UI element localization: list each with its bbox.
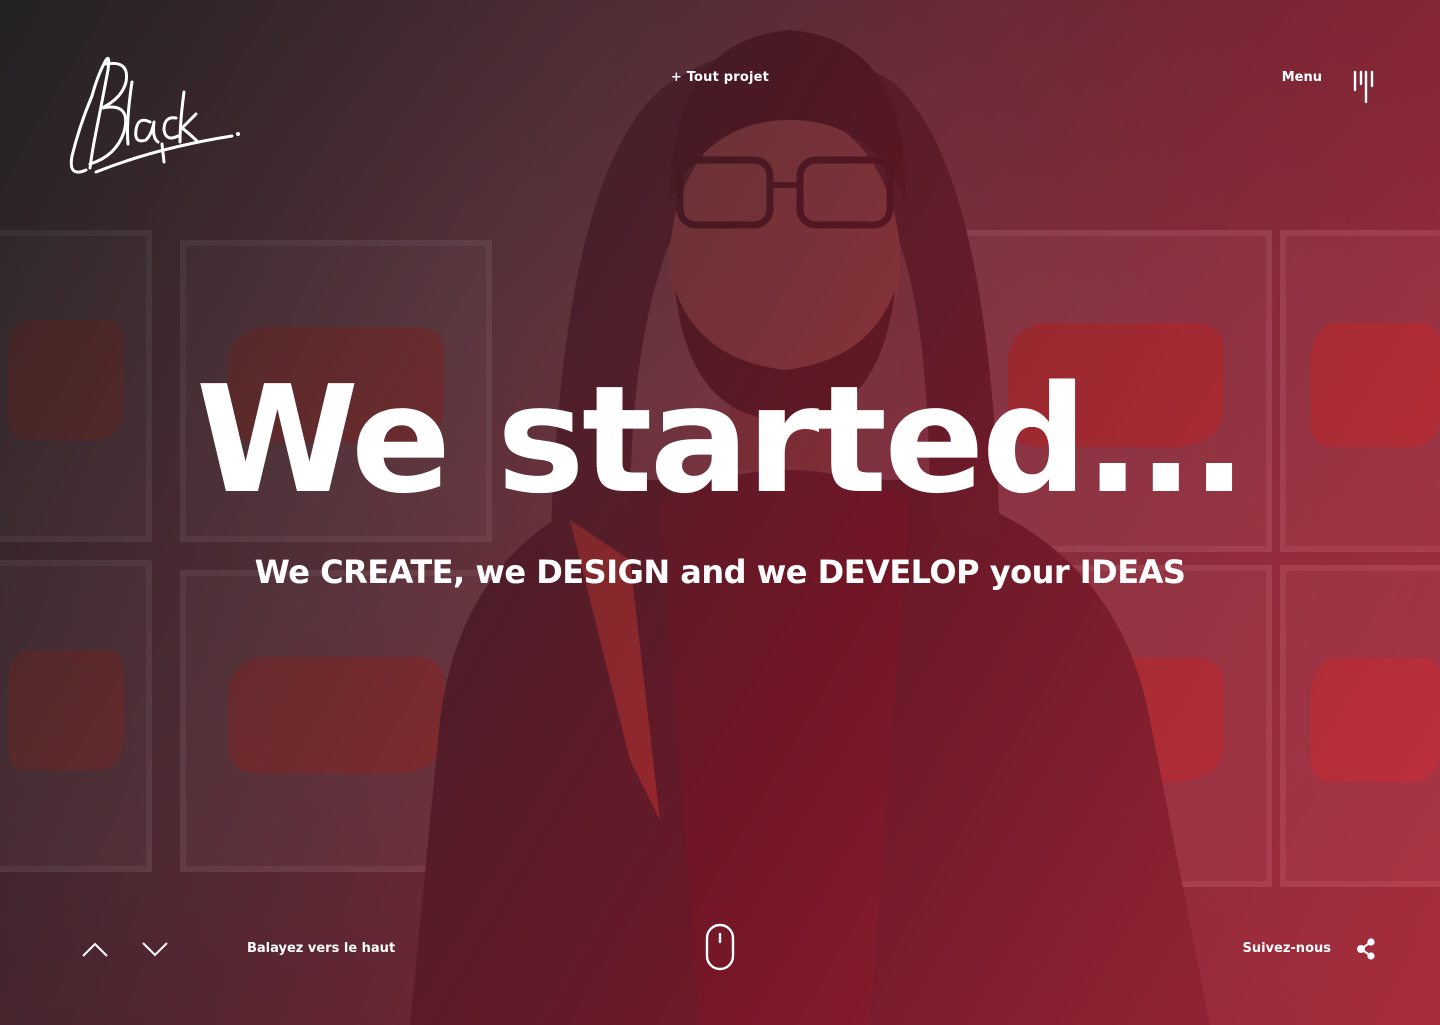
menu-label[interactable]: Menu	[1282, 70, 1322, 85]
hero-section: + Tout projet Menu We started... We CREA…	[0, 0, 1440, 1025]
chevron-up-icon[interactable]	[80, 935, 110, 963]
hero-headline: We started...	[195, 354, 1247, 526]
all-projects-link[interactable]: + Tout projet	[0, 70, 1440, 85]
share-icon[interactable]	[1356, 938, 1376, 960]
chevron-down-icon[interactable]	[140, 935, 170, 963]
hero-subline: We CREATE, we DESIGN and we DEVELOP your…	[254, 553, 1186, 591]
follow-us-label[interactable]: Suivez-nous	[1242, 941, 1331, 956]
mouse-scroll-icon	[705, 923, 735, 971]
menu-lines-icon[interactable]	[1352, 68, 1376, 106]
swipe-up-hint: Balayez vers le haut	[247, 941, 396, 956]
